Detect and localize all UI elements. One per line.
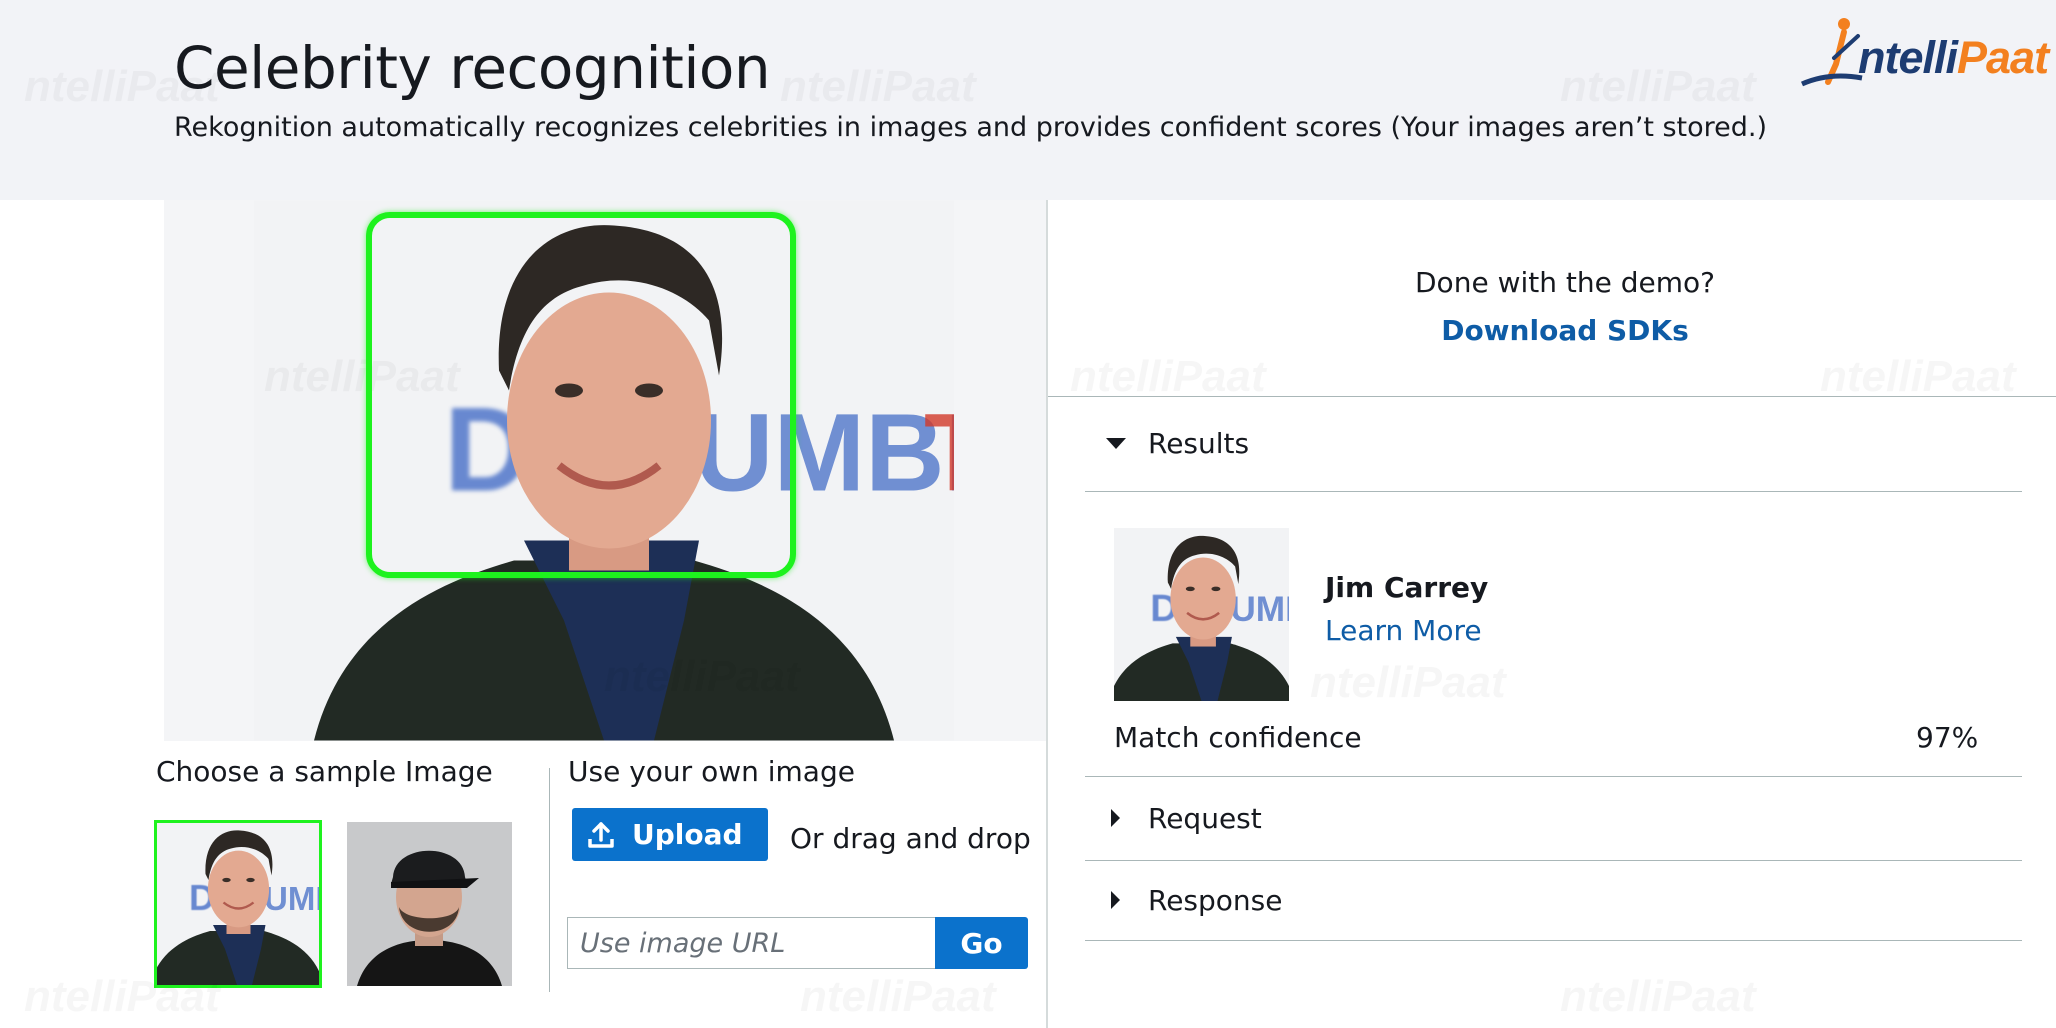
page-subtitle: Rekognition automatically recognizes cel… <box>174 112 1768 143</box>
section-divider <box>1048 396 2056 397</box>
sample-thumbnail-selected[interactable] <box>154 820 322 988</box>
divider <box>1085 776 2022 777</box>
upload-label: Upload <box>632 818 743 851</box>
caret-down-icon <box>1106 437 1126 449</box>
logo-text: ntelliPaat <box>1858 32 2049 83</box>
caret-right-icon <box>1111 891 1120 909</box>
divider <box>1085 940 2022 941</box>
image-url-input[interactable] <box>567 917 936 969</box>
download-sdks-link[interactable]: Download SDKs <box>1048 314 2056 347</box>
sample-thumbnail[interactable] <box>347 822 512 986</box>
page-header: ntelliPaat ntelliPaat ntelliPaat Celebri… <box>0 0 2056 200</box>
celebrity-match-thumbnail <box>1114 528 1289 701</box>
demo-done-question: Done with the demo? <box>1415 266 1715 299</box>
page-title: Celebrity recognition <box>174 34 771 102</box>
go-button[interactable]: Go <box>935 917 1028 969</box>
celebrity-name: Jim Carrey <box>1325 571 1489 604</box>
learn-more-link[interactable]: Learn More <box>1325 614 1482 647</box>
request-label: Request <box>1148 801 1262 835</box>
match-confidence-label: Match confidence <box>1114 721 1362 754</box>
sample-photo <box>157 823 319 985</box>
intellipaat-logo: ntelliPaat <box>1800 12 2049 98</box>
request-toggle[interactable]: Request <box>1084 792 2020 844</box>
options-divider <box>549 768 550 992</box>
divider <box>1085 860 2022 861</box>
watermark: ntelliPaat <box>1310 658 1506 708</box>
watermark: ntelliPaat <box>1820 352 2016 402</box>
upload-icon <box>588 821 614 848</box>
response-label: Response <box>1148 883 1283 917</box>
drag-drop-text: Or drag and drop <box>790 822 1031 855</box>
watermark: ntelliPaat <box>1560 62 1756 112</box>
sample-photo <box>347 822 512 986</box>
face-bounding-box <box>366 212 796 578</box>
watermark: ntelliPaat <box>1560 972 1756 1022</box>
caret-right-icon <box>1111 809 1120 827</box>
own-image-label: Use your own image <box>568 755 855 788</box>
watermark: ntelliPaat <box>800 972 996 1022</box>
results-label: Results <box>1148 426 1250 460</box>
match-confidence-value: 97% <box>1916 721 1979 754</box>
divider <box>1085 491 2022 492</box>
sample-image-label: Choose a sample Image <box>156 755 493 788</box>
match-photo <box>1114 528 1289 701</box>
watermark: ntelliPaat <box>1070 352 1266 402</box>
upload-button[interactable]: Upload <box>572 808 768 861</box>
watermark: ntelliPaat <box>780 62 976 112</box>
response-toggle[interactable]: Response <box>1084 874 2020 926</box>
results-toggle[interactable]: Results <box>1084 417 2020 469</box>
